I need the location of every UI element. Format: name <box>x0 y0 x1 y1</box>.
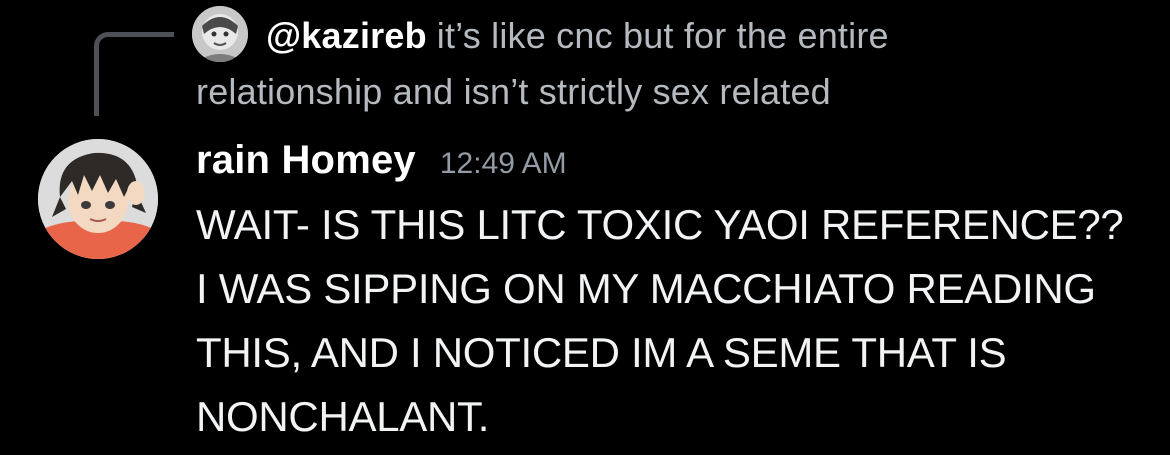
reply-preview[interactable]: @kazireb it’s like cnc but for the entire… <box>196 8 996 120</box>
username[interactable]: rain Homey <box>196 138 416 183</box>
timestamp[interactable]: 12:49 AM <box>440 147 567 181</box>
reply-username[interactable]: @kazireb <box>266 15 427 56</box>
message-header: rain Homey 12:49 AM <box>196 138 567 188</box>
reply-connector-icon <box>94 32 174 116</box>
avatar[interactable] <box>38 139 158 259</box>
message-content: WAIT- IS THIS LITC TOXIC YAOI REFERENCE?… <box>196 201 1124 440</box>
